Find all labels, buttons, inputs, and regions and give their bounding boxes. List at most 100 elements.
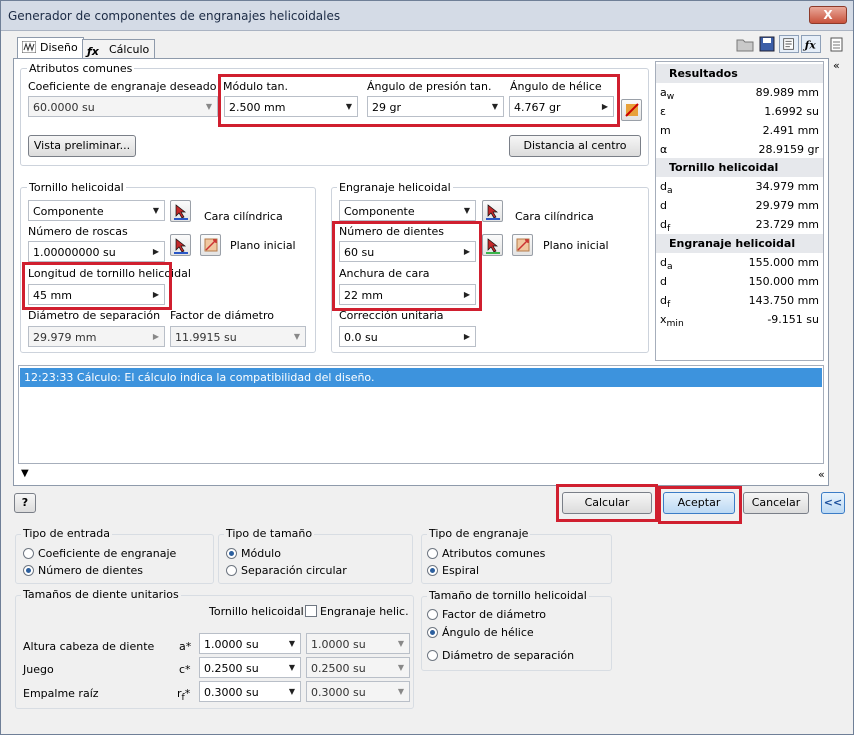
tab-calculo-label: Cálculo bbox=[109, 43, 150, 56]
coef-field[interactable]: 60.0000 su ▼ bbox=[28, 96, 218, 117]
root-fillet-gear-value: 0.3000 su bbox=[311, 686, 366, 699]
size-type-pitch-radio[interactable] bbox=[226, 565, 237, 576]
gear-cyl-face-label: Cara cilíndrica bbox=[515, 210, 594, 223]
size-type-pitch-label: Separación circular bbox=[241, 564, 347, 577]
worm-threads-field[interactable]: 1.00000000 su ▶ bbox=[28, 241, 165, 262]
addendum-worm-value: 1.0000 su bbox=[204, 638, 259, 651]
collapse-up-icon[interactable]: « bbox=[833, 59, 840, 72]
save-icon[interactable] bbox=[757, 35, 777, 53]
chevron-right-icon: ▶ bbox=[463, 332, 471, 341]
root-fillet-gear-field[interactable]: 0.3000 su ▼ bbox=[306, 681, 410, 702]
chevron-down-icon: ▼ bbox=[397, 663, 405, 672]
worm-pitch-diam-label: Diámetro de separación bbox=[28, 309, 161, 322]
result-value: 23.729 mm bbox=[755, 218, 819, 231]
worm-flip-button[interactable] bbox=[200, 234, 221, 256]
gear-type-spiral-radio[interactable] bbox=[427, 565, 438, 576]
gear-helic-checkbox[interactable] bbox=[305, 605, 317, 617]
result-value: 28.9159 gr bbox=[758, 143, 820, 156]
svg-text:ƒx: ƒx bbox=[803, 38, 817, 51]
pressure-angle-label: Ángulo de presión tan. bbox=[367, 80, 492, 93]
gear-type-title: Tipo de engranaje bbox=[427, 527, 531, 540]
addendum-gear-field[interactable]: 1.0000 su ▼ bbox=[306, 633, 410, 654]
tab-diseno[interactable]: Diseño bbox=[17, 37, 84, 59]
arrow-cursor-icon bbox=[486, 238, 500, 254]
clearance-worm-field[interactable]: 0.2500 su ▼ bbox=[199, 657, 301, 678]
calculate-button[interactable]: Calcular bbox=[562, 492, 652, 514]
close-button[interactable]: X bbox=[809, 6, 847, 24]
worm-size-pitch-radio[interactable] bbox=[427, 650, 438, 661]
root-fillet-worm-field[interactable]: 0.3000 su ▼ bbox=[199, 681, 301, 702]
message-row[interactable]: 12:23:33 Cálculo: El cálculo indica la c… bbox=[20, 368, 822, 387]
input-type-coef-radio[interactable] bbox=[23, 548, 34, 559]
gear-grid-icon bbox=[22, 41, 36, 53]
collapse-button[interactable]: << bbox=[821, 492, 845, 514]
gear-flip-button[interactable] bbox=[512, 234, 533, 256]
worm-size-helix-label: Ángulo de hélice bbox=[442, 626, 534, 639]
worm-pitch-diam-field[interactable]: 29.979 mm ▶ bbox=[28, 326, 165, 347]
worm-length-value: 45 mm bbox=[33, 289, 72, 302]
result-value: 2.491 mm bbox=[762, 124, 819, 137]
module-label: Módulo tan. bbox=[223, 80, 288, 93]
chevron-right-icon: ▶ bbox=[152, 290, 160, 299]
gear-type-common-radio[interactable] bbox=[427, 548, 438, 559]
worm-threads-value: 1.00000000 su bbox=[33, 246, 116, 259]
worm-component-select[interactable]: Componente ▼ bbox=[28, 200, 165, 221]
result-symbol: xmin bbox=[660, 313, 684, 330]
module-field[interactable]: 2.500 mm ▼ bbox=[224, 96, 358, 117]
chevron-right-icon: ▶ bbox=[463, 247, 471, 256]
scroll-down-icon[interactable]: ▼ bbox=[21, 468, 29, 479]
gear-teeth-field[interactable]: 60 su ▶ bbox=[339, 241, 476, 262]
results-worm-title: Tornillo helicoidal bbox=[656, 158, 823, 177]
worm-size-pitch-label: Diámetro de separación bbox=[442, 649, 575, 662]
root-fillet-label: Empalme raíz bbox=[23, 687, 99, 700]
worm-diam-factor-label: Factor de diámetro bbox=[170, 309, 275, 322]
preview-button[interactable]: Vista preliminar... bbox=[28, 135, 136, 157]
worm-diam-factor-field[interactable]: 11.9915 su ▼ bbox=[170, 326, 306, 347]
message-list[interactable]: 12:23:33 Cálculo: El cálculo indica la c… bbox=[18, 365, 824, 464]
function-icon[interactable]: ƒx bbox=[801, 35, 821, 53]
input-type-title: Tipo de entrada bbox=[21, 527, 112, 540]
gear-face-width-field[interactable]: 22 mm ▶ bbox=[339, 284, 476, 305]
worm-start-plane-pick-button[interactable] bbox=[170, 234, 191, 256]
expand-icon[interactable]: « bbox=[818, 468, 825, 481]
gear-unit-corr-field[interactable]: 0.0 su ▶ bbox=[339, 326, 476, 347]
worm-length-field[interactable]: 45 mm ▶ bbox=[28, 284, 165, 305]
tab-calculo[interactable]: ƒx Cálculo bbox=[82, 39, 156, 59]
chevron-down-icon: ▼ bbox=[491, 102, 499, 111]
gear-component-select[interactable]: Componente ▼ bbox=[339, 200, 476, 221]
input-type-coef-label: Coeficiente de engranaje bbox=[38, 547, 177, 560]
input-type-teeth-label: Número de dientes bbox=[38, 564, 144, 577]
notes-icon[interactable] bbox=[779, 35, 799, 53]
results-gear-title: Engranaje helicoidal bbox=[656, 234, 823, 253]
folder-open-icon[interactable] bbox=[735, 35, 755, 53]
root-fillet-symbol: rf* bbox=[177, 687, 191, 704]
chevron-down-icon: ▼ bbox=[205, 102, 213, 111]
chevron-right-icon: ▶ bbox=[152, 332, 160, 341]
gear-cyl-face-pick-button[interactable] bbox=[482, 200, 503, 222]
help-button[interactable]: ? bbox=[14, 493, 36, 513]
report-icon[interactable] bbox=[827, 35, 847, 53]
lock-toggle-button[interactable] bbox=[621, 99, 642, 121]
worm-size-helix-radio[interactable] bbox=[427, 627, 438, 638]
center-distance-button[interactable]: Distancia al centro bbox=[509, 135, 641, 157]
gear-start-plane-pick-button[interactable] bbox=[482, 234, 503, 256]
result-symbol: da bbox=[660, 256, 673, 273]
size-type-module-radio[interactable] bbox=[226, 548, 237, 559]
title-bar: Generador de componentes de engranajes h… bbox=[1, 1, 853, 31]
clearance-gear-field[interactable]: 0.2500 su ▼ bbox=[306, 657, 410, 678]
clearance-worm-value: 0.2500 su bbox=[204, 662, 259, 675]
input-type-teeth-radio[interactable] bbox=[23, 565, 34, 576]
cancel-button[interactable]: Cancelar bbox=[743, 492, 809, 514]
worm-size-factor-radio[interactable] bbox=[427, 609, 438, 620]
result-value: 155.000 mm bbox=[748, 256, 819, 269]
addendum-label: Altura cabeza de diente bbox=[23, 640, 155, 653]
tab-diseno-label: Diseño bbox=[40, 41, 78, 54]
pressure-angle-field[interactable]: 29 gr ▼ bbox=[367, 96, 504, 117]
tooth-col-gear: Engranaje helic. bbox=[320, 605, 409, 618]
accept-button[interactable]: Aceptar bbox=[663, 492, 735, 514]
tooth-sizes-title: Tamaños de diente unitarios bbox=[21, 588, 181, 601]
addendum-worm-field[interactable]: 1.0000 su ▼ bbox=[199, 633, 301, 654]
result-symbol: df bbox=[660, 218, 671, 235]
helix-angle-field[interactable]: 4.767 gr ▶ bbox=[509, 96, 614, 117]
worm-cyl-face-pick-button[interactable] bbox=[170, 200, 191, 222]
